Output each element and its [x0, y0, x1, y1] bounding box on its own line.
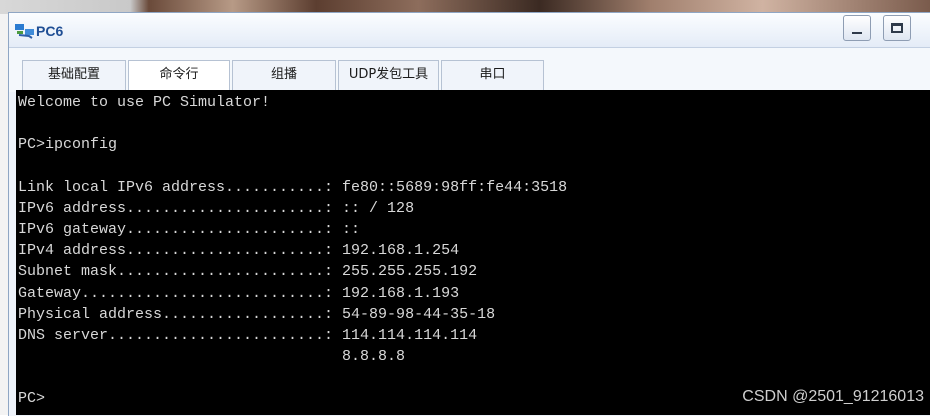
tab-command-line[interactable]: 命令行	[128, 60, 230, 90]
minimize-icon	[852, 32, 862, 34]
tab-basic-config[interactable]: 基础配置	[22, 60, 126, 90]
terminal-line: IPv6 gateway......................: ::	[18, 221, 361, 238]
terminal-line: IPv4 address......................: 192.…	[18, 242, 460, 259]
terminal-line: Subnet mask.......................: 255.…	[18, 263, 478, 280]
terminal-line: Gateway...........................: 192.…	[18, 285, 460, 302]
minimize-button[interactable]	[843, 15, 871, 41]
maximize-icon	[891, 23, 903, 33]
tab-serial-port[interactable]: 串口	[441, 60, 544, 90]
terminal-line: Physical address..................: 54-8…	[18, 306, 496, 323]
window-title: PC6	[36, 23, 64, 39]
title-bar[interactable]: PC6	[9, 13, 930, 48]
terminal-line: Link local IPv6 address...........: fe80…	[18, 179, 568, 196]
terminal-line: 8.8.8.8	[18, 348, 406, 365]
tab-bar: 基础配置 命令行 组播 UDP发包工具 串口	[9, 48, 930, 92]
terminal-prompt: PC>	[18, 390, 46, 407]
maximize-button[interactable]	[883, 15, 911, 41]
csdn-watermark: CSDN @2501_91216013	[742, 388, 924, 405]
tab-udp-packet-tool[interactable]: UDP发包工具	[338, 60, 439, 90]
tab-multicast[interactable]: 组播	[232, 60, 336, 90]
command-line-terminal[interactable]: Welcome to use PC Simulator! PC>ipconfig…	[16, 90, 930, 415]
terminal-line: Welcome to use PC Simulator!	[18, 94, 271, 111]
pc-network-icon	[15, 24, 34, 39]
terminal-line: DNS server........................: 114.…	[18, 327, 478, 344]
terminal-line: IPv6 address......................: :: /…	[18, 200, 415, 217]
terminal-line: PC>ipconfig	[18, 136, 118, 153]
